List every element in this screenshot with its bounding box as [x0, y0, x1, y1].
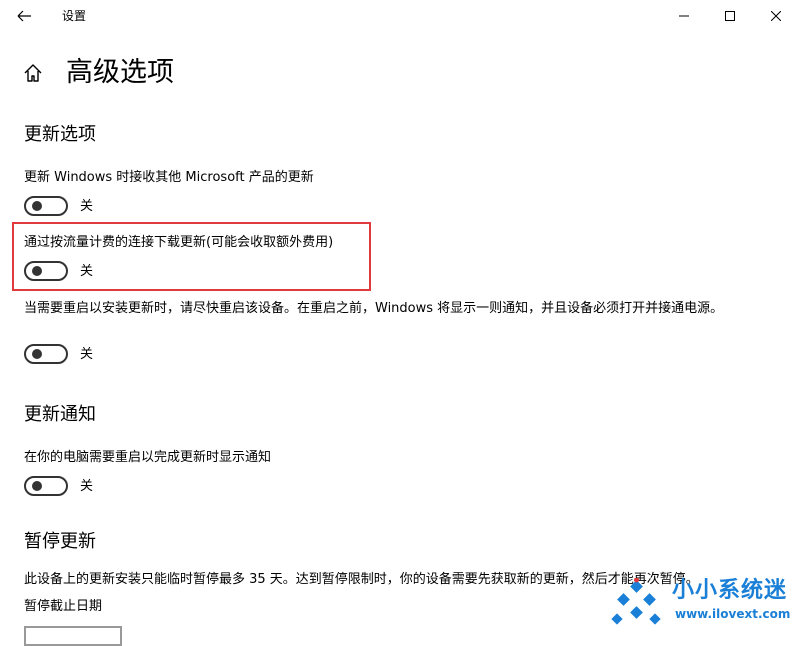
metered-download-label: 通过按流量计费的连接下载更新(可能会收取额外费用)	[24, 235, 334, 250]
back-arrow-icon	[17, 10, 31, 22]
restart-notification-toggle[interactable]	[24, 476, 68, 496]
watermark-name: 小小系统迷	[672, 578, 788, 603]
close-button[interactable]	[753, 0, 799, 32]
toggle-knob	[32, 266, 42, 276]
toggle-knob	[32, 349, 42, 359]
toggle-knob	[32, 481, 42, 491]
watermark-url: www.ilovext.com	[675, 607, 791, 621]
pause-date-select[interactable]	[24, 626, 122, 646]
back-button[interactable]	[8, 2, 40, 30]
restart-notification-label: 在你的电脑需要重启以完成更新时显示通知	[24, 450, 272, 465]
minimize-button[interactable]	[661, 0, 707, 32]
page-title: 高级选项	[66, 57, 174, 88]
toggle-state-text: 关	[80, 264, 94, 279]
close-icon	[771, 11, 781, 21]
toggle-state-text: 关	[80, 347, 94, 362]
pause-updates-heading: 暂停更新	[24, 531, 96, 552]
minimize-icon	[679, 15, 689, 17]
update-notifications-heading: 更新通知	[24, 404, 96, 425]
update-options-heading: 更新选项	[24, 124, 96, 145]
toggle-state-text: 关	[80, 199, 94, 214]
toggle-state-text: 关	[80, 479, 94, 494]
restart-asap-toggle[interactable]	[24, 344, 68, 364]
maximize-button[interactable]	[707, 0, 753, 32]
receive-other-products-toggle[interactable]	[24, 196, 68, 216]
toggle-knob	[32, 201, 42, 211]
home-icon[interactable]	[22, 62, 44, 84]
window-title: 设置	[62, 9, 87, 23]
watermark-logo-icon	[609, 577, 663, 628]
receive-other-products-label: 更新 Windows 时接收其他 Microsoft 产品的更新	[24, 170, 314, 185]
maximize-icon	[725, 11, 735, 21]
restart-asap-label: 当需要重启以安装更新时，请尽快重启该设备。在重启之前，Windows 将显示一则…	[24, 301, 724, 316]
metered-download-toggle[interactable]	[24, 261, 68, 281]
